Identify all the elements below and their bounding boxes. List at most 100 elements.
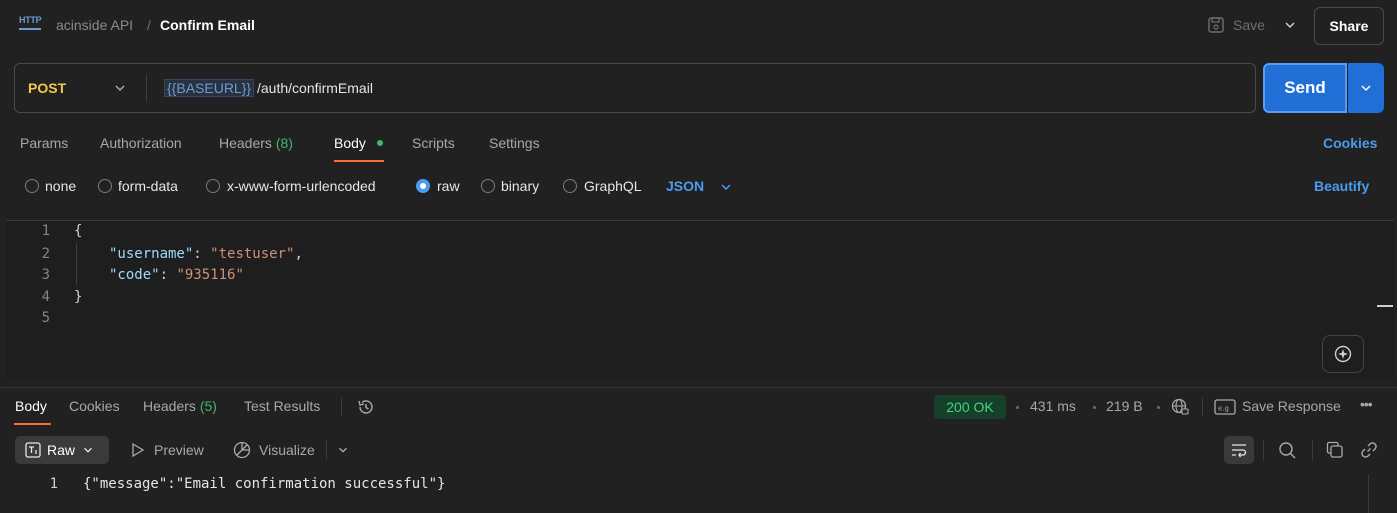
- radio-graphql-label[interactable]: GraphQL: [584, 178, 642, 194]
- play-icon[interactable]: [130, 442, 146, 458]
- request-name[interactable]: Confirm Email: [160, 17, 255, 33]
- json-value: "935116": [176, 267, 244, 283]
- radio-urlencoded[interactable]: [206, 179, 220, 193]
- active-tab-indicator: [14, 423, 51, 425]
- language-select[interactable]: JSON: [666, 178, 704, 194]
- chevron-down-icon[interactable]: [718, 179, 734, 195]
- response-tab-cookies[interactable]: Cookies: [69, 398, 120, 414]
- radio-graphql[interactable]: [563, 179, 577, 193]
- active-tab-indicator: [334, 160, 384, 162]
- modified-indicator: [377, 140, 383, 146]
- chevron-down-icon: [1361, 85, 1371, 92]
- divider: [326, 440, 327, 460]
- scrollbar-marker[interactable]: [1377, 305, 1393, 307]
- http-request-icon: HTTP: [19, 15, 42, 35]
- radio-raw-label[interactable]: raw: [437, 178, 460, 194]
- divider: [341, 398, 342, 416]
- response-headers-count: (5): [199, 398, 217, 414]
- response-tab-headers[interactable]: Headers (5): [143, 398, 217, 414]
- radio-none-label[interactable]: none: [45, 178, 76, 194]
- radio-binary-label[interactable]: binary: [501, 178, 539, 194]
- url-variable[interactable]: {{BASEURL}}: [164, 79, 255, 97]
- separator-dot: [1157, 406, 1160, 409]
- json-key: "username": [109, 246, 194, 262]
- radio-urlencoded-label[interactable]: x-www-form-urlencoded: [227, 178, 376, 194]
- json-colon: :: [159, 267, 177, 283]
- chevron-down-icon[interactable]: [336, 443, 350, 457]
- response-format-select[interactable]: Raw: [15, 436, 109, 464]
- tab-scripts[interactable]: Scripts: [412, 135, 455, 151]
- json-key: "code": [109, 267, 160, 283]
- tab-authorization[interactable]: Authorization: [100, 135, 182, 151]
- tab-params[interactable]: Params: [20, 135, 68, 151]
- radio-form-data-label[interactable]: form-data: [118, 178, 178, 194]
- divider: [1263, 440, 1264, 460]
- divider: [1312, 440, 1313, 460]
- method-select[interactable]: POST: [28, 80, 66, 96]
- line-number: 2: [41, 246, 50, 262]
- radio-form-data[interactable]: [98, 179, 112, 193]
- response-format-label: Raw: [47, 442, 76, 458]
- tab-headers-label: Headers: [219, 135, 272, 151]
- ai-assist-button[interactable]: [1322, 335, 1364, 373]
- code-line[interactable]: "code": "935116": [109, 267, 244, 283]
- search-icon[interactable]: [1278, 441, 1296, 459]
- divider: [146, 74, 147, 102]
- visualize-icon[interactable]: [232, 440, 252, 460]
- save-response-button[interactable]: Save Response: [1242, 398, 1341, 414]
- response-body-text[interactable]: {"message":"Email confirmation successfu…: [83, 476, 445, 492]
- radio-binary[interactable]: [481, 179, 495, 193]
- indent-guide: [76, 243, 77, 285]
- sparkle-icon: [1334, 345, 1352, 363]
- line-number: 4: [41, 289, 50, 305]
- radio-none[interactable]: [25, 179, 39, 193]
- chevron-down-icon: [84, 447, 92, 453]
- scrollbar-track[interactable]: [1368, 474, 1369, 513]
- save-icon[interactable]: [1207, 16, 1225, 34]
- svg-text:e.g: e.g: [1218, 405, 1229, 413]
- tab-headers[interactable]: Headers (8): [219, 135, 293, 151]
- line-number: 1: [41, 223, 50, 239]
- copy-icon[interactable]: [1326, 441, 1344, 459]
- breadcrumb-collection[interactable]: acinside API: [56, 17, 133, 33]
- send-options-button[interactable]: [1348, 63, 1384, 113]
- headers-count: (8): [275, 135, 293, 151]
- line-number: 3: [41, 267, 50, 283]
- link-icon[interactable]: [1360, 441, 1378, 459]
- tab-body[interactable]: Body: [334, 135, 366, 151]
- separator-dot: [1016, 406, 1019, 409]
- status-badge[interactable]: 200 OK: [934, 395, 1006, 419]
- preview-button[interactable]: Preview: [154, 442, 204, 458]
- beautify-button[interactable]: Beautify: [1314, 178, 1369, 194]
- tab-settings[interactable]: Settings: [489, 135, 540, 151]
- panel-divider: [0, 387, 1397, 388]
- separator-dot: [1093, 406, 1096, 409]
- wrap-lines-button[interactable]: [1224, 436, 1254, 464]
- response-time[interactable]: 431 ms: [1030, 398, 1076, 414]
- divider: [1202, 398, 1203, 416]
- send-button[interactable]: Send: [1263, 63, 1347, 113]
- json-colon: :: [193, 246, 211, 262]
- response-tab-test-results[interactable]: Test Results: [244, 398, 320, 414]
- share-button[interactable]: Share: [1314, 7, 1384, 45]
- visualize-button[interactable]: Visualize: [259, 442, 315, 458]
- request-body-editor[interactable]: [6, 220, 1394, 380]
- radio-raw[interactable]: [416, 179, 430, 193]
- history-icon[interactable]: [356, 397, 376, 417]
- example-icon[interactable]: e.g: [1214, 398, 1236, 416]
- cookies-link[interactable]: Cookies: [1323, 135, 1377, 151]
- code-line[interactable]: }: [74, 289, 82, 305]
- save-button[interactable]: Save: [1233, 17, 1265, 33]
- response-tab-body[interactable]: Body: [15, 398, 47, 414]
- network-globe-icon[interactable]: [1170, 397, 1190, 417]
- chevron-down-icon[interactable]: [1282, 17, 1298, 33]
- json-comma: ,: [294, 246, 303, 262]
- more-options-icon[interactable]: •••: [1360, 396, 1373, 412]
- code-line[interactable]: {: [74, 223, 82, 239]
- code-line[interactable]: "username": "testuser",: [109, 246, 303, 262]
- text-format-icon: [25, 442, 41, 458]
- url-input[interactable]: /auth/confirmEmail: [257, 80, 373, 96]
- response-line-number: 1: [49, 476, 58, 492]
- chevron-down-icon[interactable]: [112, 80, 128, 96]
- response-size[interactable]: 219 B: [1106, 398, 1143, 414]
